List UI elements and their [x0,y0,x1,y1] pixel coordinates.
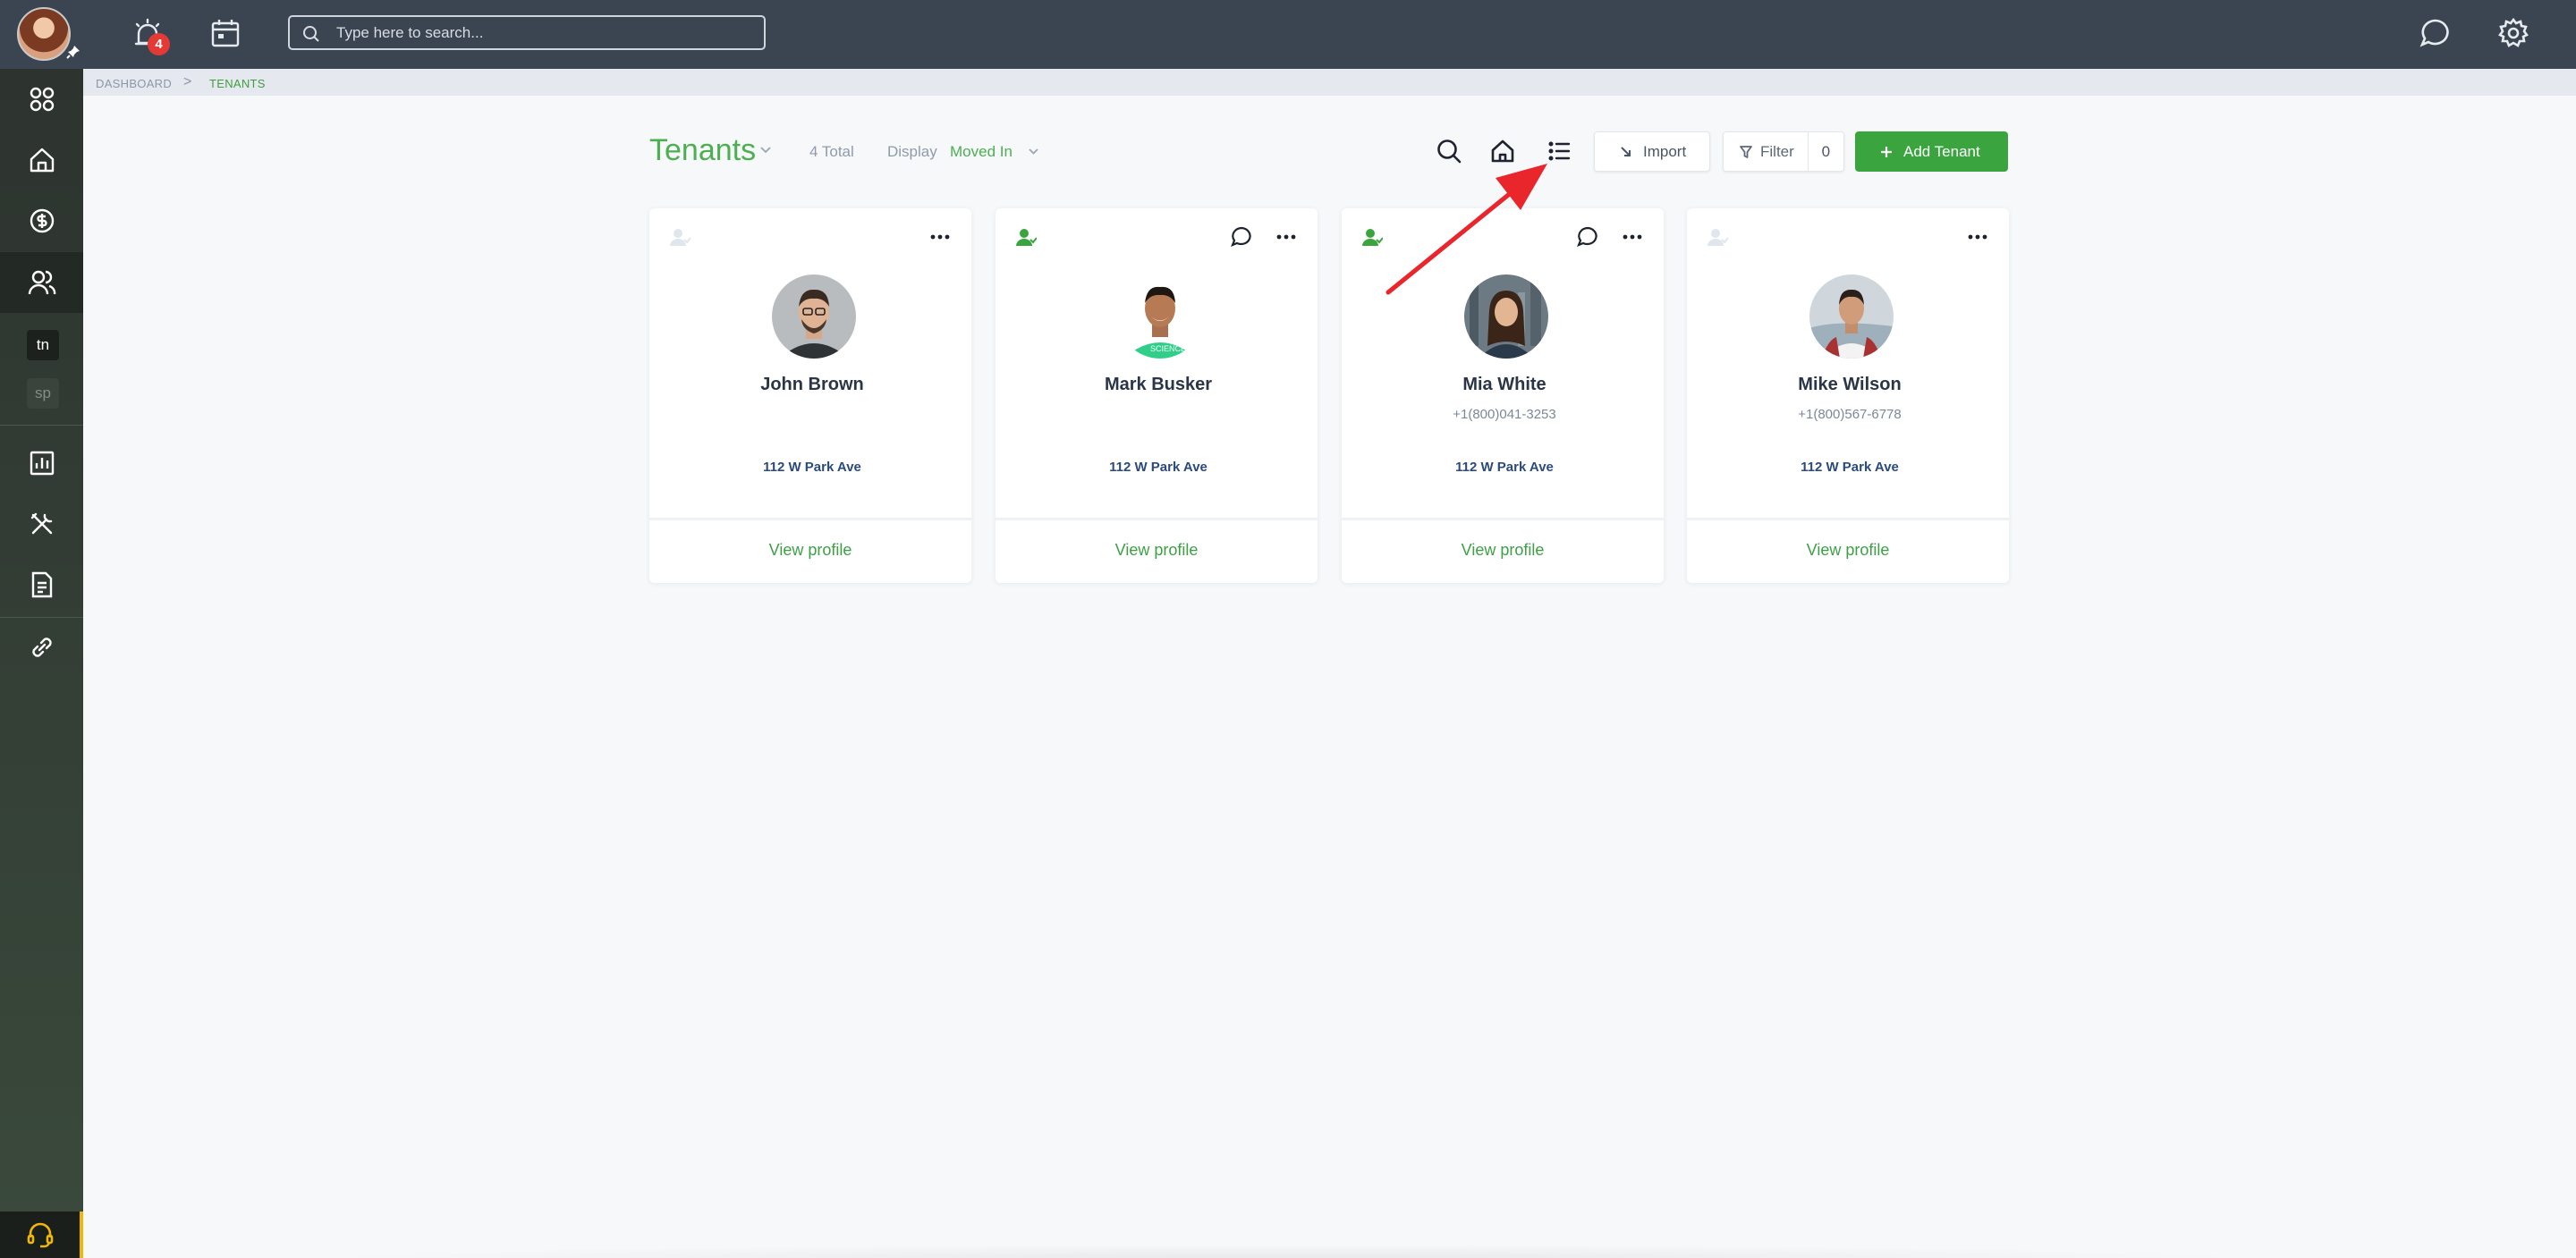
sidebar-shortcut-sp[interactable]: sp [27,378,59,409]
card-divider [1342,518,1664,520]
tenant-phone: +1(800)041-3253 [1453,407,1556,422]
sidebar-item-accounting[interactable] [0,190,83,251]
view-profile-link[interactable]: View profile [649,541,971,560]
tenant-card: Mike Wilson +1(800)567-6778 112 W Park A… [1687,208,2009,583]
breadcrumb-tenants: TENANTS [209,77,266,90]
display-label: Display [887,143,937,160]
headset-icon [27,1222,53,1248]
tenant-address[interactable]: 112 W Park Ave [649,460,975,475]
sidebar-item-properties[interactable] [0,130,83,190]
support-button[interactable] [0,1212,83,1258]
svg-text:SCIENCE: SCIENCE [1150,344,1186,353]
sidebar-item-documents[interactable] [0,554,83,615]
link-icon [31,637,52,657]
document-icon [31,571,52,598]
import-button[interactable]: Import [1594,131,1710,172]
tenant-name: Mark Busker [1104,375,1213,394]
breadcrumb-dashboard[interactable]: DASHBOARD [96,77,172,90]
top-bar: 4 [0,0,2576,69]
calendar-icon[interactable] [208,16,242,50]
display-filter-select[interactable]: Moved In [950,143,1013,161]
filter-button[interactable]: Filter 0 [1723,131,1844,172]
more-options-icon[interactable] [1966,228,1989,246]
user-avatar[interactable] [17,7,71,61]
plus-icon [1881,146,1892,157]
notification-badge: 4 [148,33,170,55]
chat-icon[interactable] [2418,16,2452,50]
more-options-icon[interactable] [928,228,952,246]
tenant-card: John Brown 112 W Park Ave View profile [649,208,971,583]
tenant-address[interactable]: 112 W Park Ave [996,460,1321,475]
breadcrumb: DASHBOARD > TENANTS [83,69,2576,96]
annotation-arrow-icon [1385,164,1547,295]
card-divider [1687,518,2009,520]
filter-label: Filter [1760,142,1794,160]
global-search[interactable] [288,15,766,50]
add-tenant-label: Add Tenant [1903,142,1980,160]
view-profile-link[interactable]: View profile [996,541,1318,560]
more-options-icon[interactable] [1621,228,1644,246]
sidebar: tn sp [0,69,83,1258]
home-icon [30,148,54,173]
tenant-status-icon [1016,229,1037,246]
page-bottom-shadow [304,1245,2272,1258]
tenant-name: Mike Wilson [1798,375,1902,394]
tenant-phone: +1(800)567-6778 [1798,407,1902,422]
search-icon [303,26,319,42]
users-icon [28,270,55,295]
sidebar-item-maintenance[interactable] [0,494,83,554]
sidebar-shortcut-tn[interactable]: tn [27,330,59,360]
view-profile-link[interactable]: View profile [1687,541,2009,560]
sidebar-item-dashboard[interactable] [0,69,83,130]
tenant-address[interactable]: 112 W Park Ave [1342,460,1667,475]
sidebar-item-integrations[interactable] [0,617,83,678]
view-profile-link[interactable]: View profile [1342,541,1664,560]
tools-icon [30,512,52,535]
tenant-card: SCIENCE Mark Busker 112 W Park Ave View … [996,208,1318,583]
sidebar-item-reports[interactable] [0,433,83,494]
settings-gear-icon[interactable] [2496,16,2530,50]
chevron-down-icon[interactable] [1029,148,1038,155]
more-options-icon[interactable] [1275,228,1298,246]
sidebar-divider [0,425,83,426]
page-title[interactable]: Tenants [649,133,756,168]
sidebar-item-tenants[interactable] [0,252,83,313]
add-tenant-button[interactable]: Add Tenant [1855,131,2008,172]
tenant-address[interactable]: 112 W Park Ave [1687,460,2012,475]
total-count: 4 Total [809,143,854,160]
dollar-icon [30,208,54,233]
filter-icon [1740,145,1752,158]
tenant-status-icon [670,229,691,246]
bar-chart-icon [30,451,54,476]
import-label: Import [1643,142,1687,160]
tenant-avatar: SCIENCE [1118,274,1202,359]
card-divider [996,518,1318,520]
apps-grid-icon [30,87,54,112]
message-icon[interactable] [1576,225,1599,249]
card-divider [649,518,971,520]
tenant-avatar [772,274,856,359]
tenant-name: Mia White [1462,375,1546,394]
tenant-name: John Brown [760,375,864,394]
tenant-avatar [1809,274,1894,359]
message-icon[interactable] [1230,225,1253,249]
filter-count: 0 [1821,142,1831,160]
search-input[interactable] [336,17,757,48]
tenant-status-icon [1707,229,1728,246]
chevron-down-icon[interactable] [760,147,771,154]
import-arrow-icon [1621,146,1631,156]
pin-icon [66,46,80,59]
breadcrumb-separator: > [183,74,192,89]
